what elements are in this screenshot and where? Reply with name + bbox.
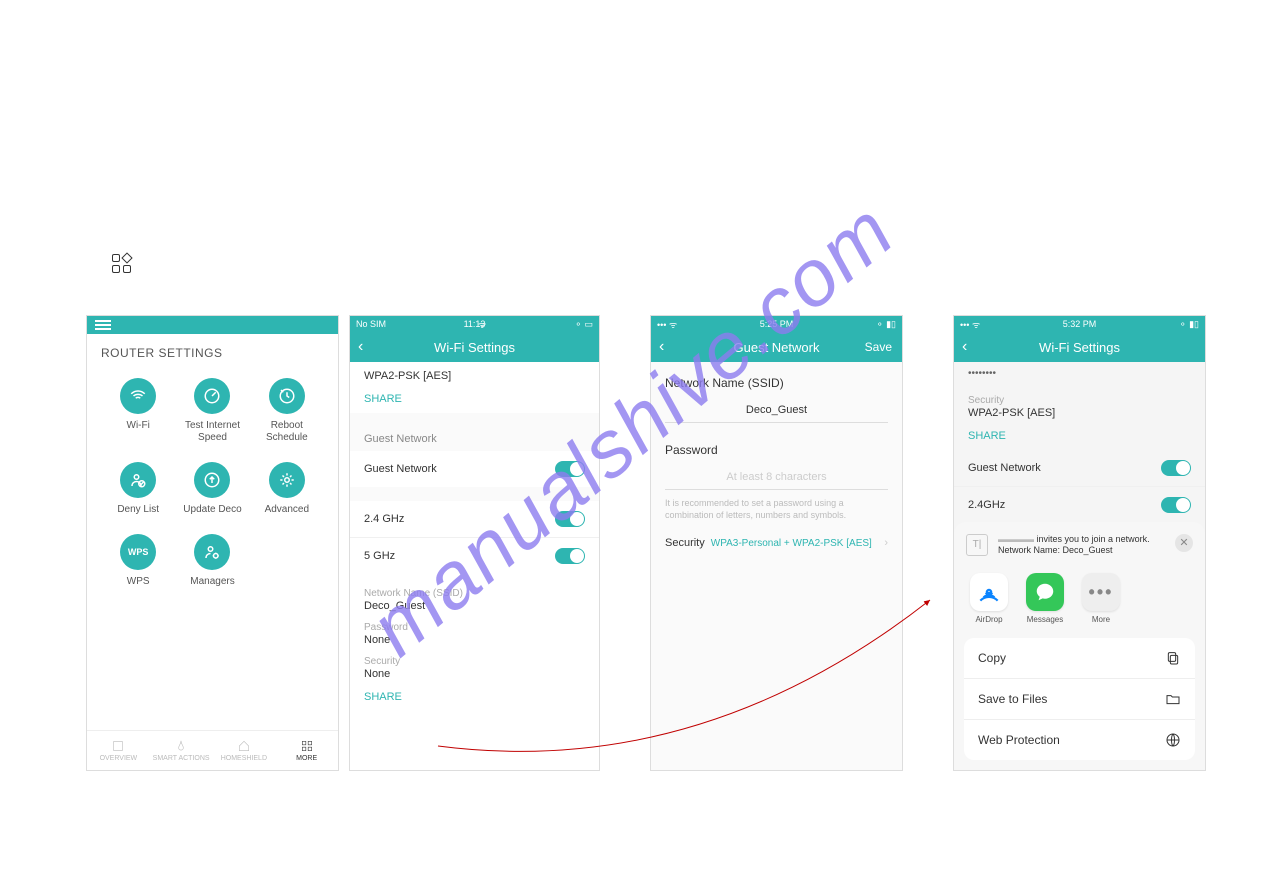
password-label: Password <box>651 429 902 461</box>
status-time: 11:13 <box>464 319 486 329</box>
band-24-row[interactable]: 2.4 GHz <box>350 501 599 537</box>
password-input[interactable]: At least 8 characters <box>665 467 888 490</box>
security-value: WPA2-PSK [AES] <box>968 407 1191 419</box>
chevron-right-icon: › <box>884 537 888 549</box>
status-battery-icon: ⚬ ▭ <box>574 319 593 330</box>
speedtest-tile[interactable]: Test Internet Speed <box>175 378 249 444</box>
more-icon: ••• <box>1082 573 1120 611</box>
clock-icon <box>269 378 305 414</box>
tab-homeshield[interactable]: HOMESHIELD <box>213 731 276 770</box>
copy-icon <box>1165 650 1181 666</box>
header: ‹ Wi-Fi Settings <box>350 332 599 362</box>
folder-icon <box>1165 691 1181 707</box>
guest-section-label: Guest Network <box>350 413 599 451</box>
wifi-tile[interactable]: Wi-Fi <box>101 378 175 444</box>
status-carrier: No SIM <box>356 319 386 329</box>
airdrop-button[interactable]: AirDrop <box>970 573 1008 624</box>
status-time: 5:25 PM <box>760 319 794 329</box>
back-button[interactable]: ‹ <box>358 338 363 356</box>
ssid-label: Network Name (SSID) <box>651 362 902 394</box>
toggle-icon[interactable] <box>555 461 585 477</box>
tab-more[interactable]: MORE <box>275 731 338 770</box>
gauge-icon <box>194 378 230 414</box>
share-button-2[interactable]: SHARE <box>350 683 599 711</box>
toggle-icon[interactable] <box>555 511 585 527</box>
upload-icon <box>194 462 230 498</box>
password-help: It is recommended to set a password usin… <box>651 496 902 523</box>
ssid-value: Deco_Guest <box>364 600 585 612</box>
tab-smart-actions[interactable]: SMART ACTIONS <box>150 731 213 770</box>
toggle-icon[interactable] <box>1161 460 1191 476</box>
password-value: None <box>364 634 585 646</box>
screen-router-settings: ROUTER SETTINGS Wi-Fi Test Internet Spee… <box>86 315 339 771</box>
guest-network-toggle-row[interactable]: Guest Network <box>350 451 599 487</box>
status-battery-icon: ⚬ ▮▯ <box>876 319 896 330</box>
managers-tile[interactable]: Managers <box>175 534 249 588</box>
back-button[interactable]: ‹ <box>962 338 967 356</box>
update-tile[interactable]: Update Deco <box>175 462 249 516</box>
share-message: ▬▬▬▬ invites you to join a network. Netw… <box>998 534 1150 557</box>
denylist-tile[interactable]: Deny List <box>101 462 175 516</box>
status-time: 5:32 PM <box>1063 319 1097 329</box>
bottom-nav: OVERVIEW SMART ACTIONS HOMESHIELD MORE <box>87 730 338 770</box>
close-button[interactable]: ✕ <box>1175 534 1193 552</box>
screen-wifi-settings: No SIM ᯤ11:13⚬ ▭ ‹ Wi-Fi Settings WPA2-P… <box>349 315 600 771</box>
header-title: Guest Network <box>734 340 820 355</box>
screen-guest-network: ••• ᯤ5:25 PM⚬ ▮▯ ‹ Guest Network Save Ne… <box>650 315 903 771</box>
header: ‹ Guest Network Save <box>651 332 902 362</box>
messages-icon <box>1026 573 1064 611</box>
security-row[interactable]: Security WPA3-Personal + WPA2-PSK [AES] … <box>651 523 902 563</box>
copy-action[interactable]: Copy <box>964 638 1195 679</box>
gear-icon <box>269 462 305 498</box>
text-thumb-icon: T| <box>966 534 988 556</box>
header-title: Wi-Fi Settings <box>434 340 515 355</box>
more-button[interactable]: ••• More <box>1082 573 1120 624</box>
user-gear-icon <box>194 534 230 570</box>
toggle-icon[interactable] <box>1161 497 1191 513</box>
airdrop-icon <box>970 573 1008 611</box>
save-files-action[interactable]: Save to Files <box>964 679 1195 720</box>
save-button[interactable]: Save <box>865 340 892 354</box>
header-title: Wi-Fi Settings <box>1039 340 1120 355</box>
share-button[interactable]: SHARE <box>954 422 1205 450</box>
header: ‹ Wi-Fi Settings <box>954 332 1205 362</box>
menu-button[interactable] <box>87 316 338 334</box>
web-protection-action[interactable]: Web Protection <box>964 720 1195 760</box>
security-value-2: None <box>364 668 585 680</box>
band-24-row[interactable]: 2.4GHz <box>954 486 1205 523</box>
reboot-schedule-tile[interactable]: Reboot Schedule <box>250 378 324 444</box>
share-sheet: T| ▬▬▬▬ invites you to join a network. N… <box>954 522 1205 770</box>
tab-overview[interactable]: OVERVIEW <box>87 731 150 770</box>
toggle-icon[interactable] <box>555 548 585 564</box>
status-battery-icon: ⚬ ▮▯ <box>1179 319 1199 330</box>
globe-icon <box>1165 732 1181 748</box>
page-title: ROUTER SETTINGS <box>87 334 338 372</box>
guest-network-row[interactable]: Guest Network <box>954 450 1205 486</box>
wps-icon: WPS <box>120 534 156 570</box>
wps-tile[interactable]: WPS WPS <box>101 534 175 588</box>
security-value: WPA2-PSK [AES] <box>364 370 585 382</box>
advanced-tile[interactable]: Advanced <box>250 462 324 516</box>
ssid-input[interactable]: Deco_Guest <box>665 400 888 423</box>
password-dots: •••••••• <box>954 362 1205 385</box>
screen-share-sheet: ••• ᯤ5:32 PM⚬ ▮▯ ‹ Wi-Fi Settings ••••••… <box>953 315 1206 771</box>
back-button[interactable]: ‹ <box>659 338 664 356</box>
security-value: WPA3-Personal + WPA2-PSK [AES] <box>711 538 872 549</box>
share-button[interactable]: SHARE <box>350 385 599 413</box>
wifi-icon <box>120 378 156 414</box>
band-5-row[interactable]: 5 GHz <box>350 537 599 574</box>
user-block-icon <box>120 462 156 498</box>
messages-button[interactable]: Messages <box>1026 573 1064 624</box>
